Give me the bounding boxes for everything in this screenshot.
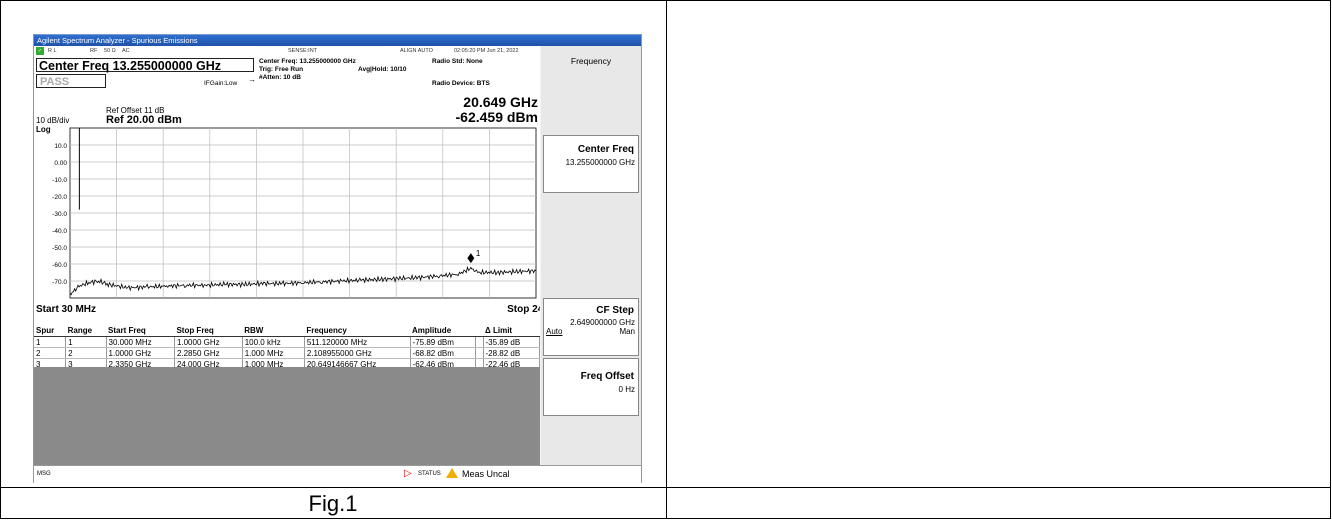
cf-step-softkey[interactable]: CF Step 2.649000000 GHz Auto Man	[543, 298, 639, 356]
trig-info: Trig: Free Run	[259, 66, 304, 73]
table-cell: 1	[65, 336, 107, 348]
table-cell: 1.000 MHz	[242, 347, 305, 359]
table-cell: 1	[34, 336, 67, 348]
menu-title-panel: Frequency	[543, 46, 639, 104]
table-cell: -35.89 dB	[483, 336, 540, 348]
spur-table-header-cell: Start Freq	[106, 325, 175, 337]
status-sense: SENSE:INT	[288, 48, 318, 54]
spur-table: Spur Range Start Freq Stop Freq RBW Frequency…	[34, 325, 540, 370]
table-cell	[475, 336, 484, 348]
center-freq-softkey-label: Center Freq	[577, 144, 634, 155]
y-tick-label: -10.0	[52, 177, 67, 184]
table-cell: -75.89 dBm	[410, 336, 477, 348]
status-label[interactable]: STATUS	[418, 471, 441, 477]
spur-table-header-cell: Stop Freq	[174, 325, 243, 337]
table-row: 1 1 30.000 MHz 1.0000 GHz 100.0 kHz 511.12000…	[34, 336, 540, 348]
spectrum-chart: 10.0 0.00 -10.0 -20.0 -30.0 -40.0 -50.0 -60.0 -7…	[36, 125, 566, 315]
y-tick-label: -60.0	[52, 262, 67, 269]
table-cell: 1.0000 GHz	[106, 347, 175, 359]
figure-caption: Fig.1	[308, 491, 358, 516]
table-row: 2 2 1.0000 GHz 2.2850 GHz 1.000 MHz 2.1089550…	[34, 347, 540, 359]
spur-table-header-cell: Δ Limit	[483, 325, 540, 337]
spur-table-header-cell: Spur	[34, 325, 66, 337]
mute-icon: ▷	[404, 468, 412, 479]
center-freq-info: Center Freq: 13.255000000 GHz	[259, 58, 356, 65]
ref-level-label: Ref 20.00 dBm	[106, 114, 182, 126]
y-tick-label: 10.0	[54, 143, 67, 150]
spur-table-body: 1 1 30.000 MHz 1.0000 GHz 100.0 kHz 511.12000…	[34, 336, 540, 370]
cell-divider	[666, 0, 667, 519]
freq-offset-softkey-value: 0 Hz	[618, 385, 635, 394]
table-cell: 2.2850 GHz	[174, 347, 243, 359]
trigger-arrow-icon: →	[248, 75, 256, 84]
y-tick-label: 0.00	[54, 160, 67, 167]
warning-icon	[446, 468, 458, 478]
status-coupling: AC	[122, 48, 130, 54]
table-cell: -28.82 dB	[483, 347, 540, 359]
status-datetime: 02:05:20 PM Jun 21, 2022	[454, 48, 519, 54]
y-tick-label: -70.0	[52, 279, 67, 286]
spur-table-header-cell: Amplitude	[410, 325, 476, 337]
radio-std-info: Radio Std: None	[432, 58, 483, 65]
message-bar: MSG ▷ STATUS Meas Uncal	[34, 465, 641, 483]
status-rl: R L	[48, 48, 57, 54]
freq-offset-softkey[interactable]: Freq Offset 0 Hz	[543, 358, 639, 416]
menu-title: Frequency	[570, 56, 612, 66]
table-cell: 100.0 kHz	[242, 336, 305, 348]
window-title: Agilent Spectrum Analyzer - Spurious Emi…	[34, 35, 641, 46]
spur-table-header-cell: Frequency	[304, 325, 411, 337]
ok-icon: ✓	[36, 47, 44, 55]
y-tick-label: -30.0	[52, 211, 67, 218]
cf-step-softkey-value: 2.649000000 GHz	[570, 318, 635, 327]
atten-info: #Atten: 10 dB	[259, 74, 301, 81]
marker-label: 1	[476, 249, 481, 258]
y-tick-label: -40.0	[52, 228, 67, 235]
status-align: ALIGN AUTO	[400, 48, 433, 54]
cf-step-man[interactable]: Man	[619, 327, 635, 336]
status-rf: RF	[90, 48, 98, 54]
row-divider	[0, 487, 1331, 488]
cf-step-auto[interactable]: Auto	[546, 327, 562, 336]
scale-label: 10 dB/div	[36, 116, 70, 125]
log-label: Log	[36, 126, 51, 134]
table-cell: 2	[65, 347, 107, 359]
freq-offset-softkey-label: Freq Offset	[580, 371, 634, 382]
status-impedance: 50 Ω	[104, 48, 116, 54]
y-tick-label: -20.0	[52, 194, 67, 201]
x-start-label: Start 30 MHz	[36, 304, 96, 315]
marker-amplitude: -62.459 dBm	[455, 109, 538, 125]
measurement-header: Center Freq 13.255000000 GHz PASS → IFGa…	[34, 56, 540, 92]
table-cell	[475, 347, 484, 359]
table-cell: -68.82 dBm	[410, 347, 477, 359]
pass-indicator: PASS	[36, 74, 106, 88]
cf-step-softkey-label: CF Step	[596, 305, 634, 316]
x-stop-label: Stop 24 GHz	[507, 304, 540, 315]
meas-uncal-label: Meas Uncal	[462, 469, 510, 479]
center-freq-softkey-value: 13.255000000 GHz	[565, 158, 635, 167]
center-freq-softkey[interactable]: Center Freq 13.255000000 GHz	[543, 135, 639, 193]
table-cell: 2	[34, 347, 67, 359]
table-cell: 30.000 MHz	[106, 336, 175, 348]
spur-table-area: Spur Range Start Freq Stop Freq RBW Frequency…	[34, 325, 540, 370]
msg-label: MSG	[37, 471, 51, 477]
ifgain-label: IFGain:Low	[204, 80, 238, 87]
table-cell: 1.0000 GHz	[174, 336, 243, 348]
spur-table-header-cell: Range	[65, 325, 107, 337]
spur-table-header-cell	[475, 325, 483, 337]
table-cell: 2.108955000 GHz	[304, 347, 411, 359]
softkey-panel: Frequency Center Freq 13.255000000 GHz C…	[541, 46, 641, 465]
analyzer-window: Agilent Spectrum Analyzer - Spurious Emi…	[33, 34, 642, 483]
spur-table-header-cell: RBW	[242, 325, 305, 337]
spectrum-plot: 10.0 0.00 -10.0 -20.0 -30.0 -40.0 -50.0 -60.0 -7…	[34, 125, 566, 326]
empty-results-area	[34, 367, 540, 465]
radio-device-info: Radio Device: BTS	[432, 80, 490, 87]
marker-frequency: 20.649 GHz	[463, 94, 538, 110]
center-freq-display[interactable]: Center Freq 13.255000000 GHz	[36, 58, 254, 73]
y-tick-label: -50.0	[52, 245, 67, 252]
avg-hold-info: Avg|Hold: 10/10	[358, 66, 407, 73]
table-cell: 511.120000 MHz	[304, 336, 411, 348]
reference-area: 10 dB/div Ref Offset 11 dB Ref 20.00 dBm…	[34, 92, 540, 126]
spur-table-header: Spur Range Start Freq Stop Freq RBW Frequency…	[34, 325, 540, 337]
